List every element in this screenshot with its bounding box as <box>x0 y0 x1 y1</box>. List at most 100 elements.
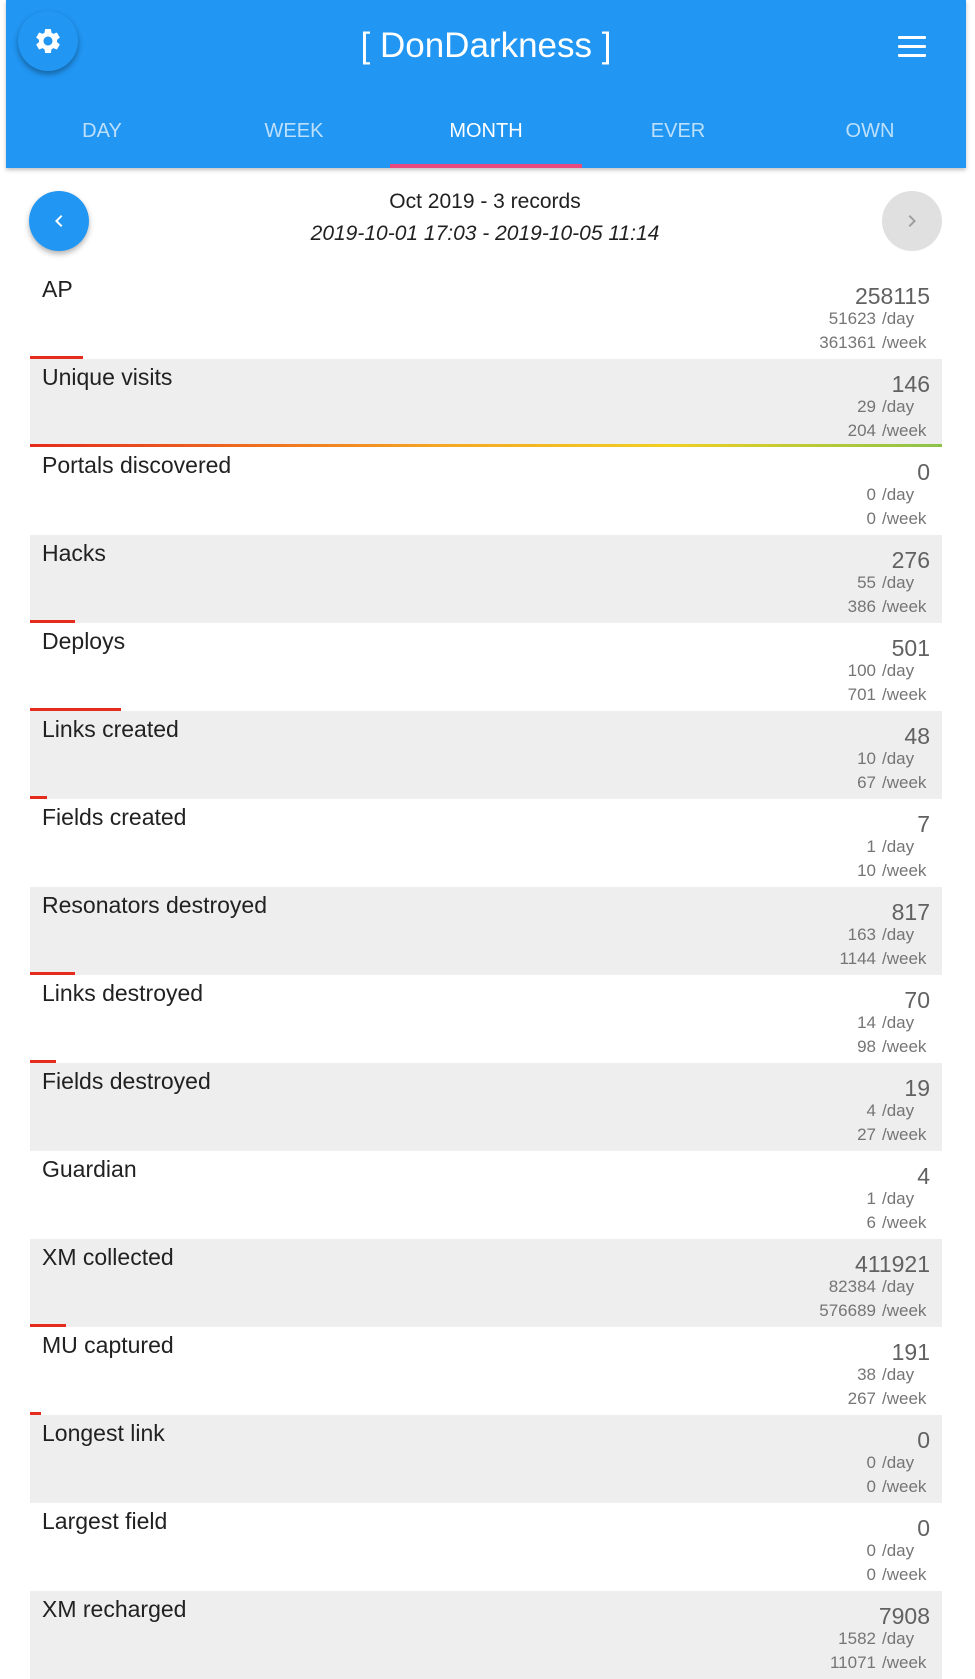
per-week-unit: /week <box>882 1477 927 1496</box>
stat-per-day: 0/day <box>867 485 930 505</box>
stat-total: 817 <box>891 899 930 925</box>
per-day-unit: /day <box>882 1101 915 1120</box>
per-week-unit: /week <box>882 861 927 880</box>
stat-per-day: 1/day <box>867 1189 930 1209</box>
previous-period-button[interactable] <box>29 191 89 251</box>
stat-per-day-value: 1 <box>866 837 876 856</box>
stats-list: AP 258115 51623/day 361361/week Unique visit… <box>30 271 942 1679</box>
per-week-unit: /week <box>882 949 927 968</box>
stat-per-week-value: 0 <box>866 1477 876 1496</box>
stat-row: Links created 48 10/day 67/week <box>30 711 942 799</box>
per-day-unit: /day <box>882 1013 915 1032</box>
stat-per-day: 100/day <box>848 661 930 681</box>
per-day-unit: /day <box>882 309 915 328</box>
stat-label: Links created <box>42 716 179 742</box>
stat-label: Fields destroyed <box>42 1068 211 1094</box>
app-header: [ DonDarkness ] DAY WEEK MONTH EVER OWN <box>6 0 966 168</box>
stat-row: Longest link 0 0/day 0/week <box>30 1415 942 1503</box>
next-period-button[interactable] <box>882 191 942 251</box>
stat-row: MU captured 191 38/day 267/week <box>30 1327 942 1415</box>
tab-month[interactable]: MONTH <box>390 96 582 168</box>
stat-per-day: 82384/day <box>829 1277 930 1297</box>
stat-total: 4 <box>917 1163 930 1189</box>
stat-per-week: 0/week <box>867 1477 930 1497</box>
stat-per-week-value: 386 <box>847 597 876 616</box>
stat-row: Guardian 4 1/day 6/week <box>30 1151 942 1239</box>
stat-total: 7 <box>917 811 930 837</box>
per-day-unit: /day <box>882 837 915 856</box>
stat-per-day: 38/day <box>857 1365 930 1385</box>
stat-per-day: 0/day <box>867 1541 930 1561</box>
tab-own[interactable]: OWN <box>774 96 966 168</box>
stat-label: AP <box>42 276 73 302</box>
stat-per-week-value: 267 <box>847 1389 876 1408</box>
tab-day[interactable]: DAY <box>6 96 198 168</box>
stat-per-day-value: 10 <box>857 749 876 768</box>
per-week-unit: /week <box>882 1301 927 1320</box>
stat-per-week: 6/week <box>867 1213 930 1233</box>
per-week-unit: /week <box>882 333 927 352</box>
stat-label: Links destroyed <box>42 980 204 1006</box>
stat-per-day: 1/day <box>867 837 930 857</box>
per-day-unit: /day <box>882 925 915 944</box>
stat-per-day: 29/day <box>857 397 930 417</box>
per-day-unit: /day <box>882 1365 915 1384</box>
period-tabs: DAY WEEK MONTH EVER OWN <box>6 96 966 168</box>
stat-per-day-value: 100 <box>847 661 876 680</box>
per-day-unit: /day <box>882 1629 915 1648</box>
stat-per-day-value: 14 <box>857 1013 876 1032</box>
stat-total: 0 <box>917 1427 930 1453</box>
stat-per-day-value: 82384 <box>828 1277 876 1296</box>
tab-ever[interactable]: EVER <box>582 96 774 168</box>
stat-per-week-value: 361361 <box>819 333 876 352</box>
stat-row: Unique visits 146 29/day 204/week <box>30 359 942 447</box>
stat-row: Fields destroyed 19 4/day 27/week <box>30 1063 942 1151</box>
stat-per-week: 576689/week <box>819 1301 930 1321</box>
stat-per-day: 14/day <box>857 1013 930 1033</box>
stat-total: 411921 <box>854 1251 930 1277</box>
stat-total: 7908 <box>878 1603 930 1629</box>
stat-per-day: 4/day <box>867 1101 930 1121</box>
stat-label: Resonators destroyed <box>42 892 268 918</box>
stat-label: Hacks <box>42 540 106 566</box>
stat-row: Resonators destroyed 817 163/day 1144/week <box>30 887 942 975</box>
stat-per-week: 267/week <box>848 1389 930 1409</box>
stat-per-day: 51623/day <box>829 309 930 329</box>
stat-per-week-value: 576689 <box>819 1301 876 1320</box>
stat-per-day-value: 0 <box>866 1453 876 1472</box>
stat-per-day-value: 1582 <box>838 1629 876 1648</box>
menu-button[interactable] <box>898 36 928 58</box>
stat-per-day-value: 1 <box>866 1189 876 1208</box>
stat-per-day-value: 0 <box>866 1541 876 1560</box>
per-day-unit: /day <box>882 749 915 768</box>
stat-per-week: 1144/week <box>839 949 930 969</box>
per-week-unit: /week <box>882 1037 927 1056</box>
stat-label: Deploys <box>42 628 126 654</box>
per-week-unit: /week <box>882 597 927 616</box>
stat-row: Hacks 276 55/day 386/week <box>30 535 942 623</box>
stat-per-day: 0/day <box>867 1453 930 1473</box>
stat-label: XM recharged <box>42 1596 187 1622</box>
stat-per-week-value: 10 <box>857 861 876 880</box>
app-title: [ DonDarkness ] <box>360 26 612 65</box>
per-week-unit: /week <box>882 1653 927 1672</box>
per-day-unit: /day <box>882 1541 915 1560</box>
stat-per-week: 361361/week <box>819 333 930 353</box>
per-day-unit: /day <box>882 1453 915 1472</box>
stat-label: Portals discovered <box>42 452 232 478</box>
stat-per-day-value: 163 <box>847 925 876 944</box>
stat-row: Links destroyed 70 14/day 98/week <box>30 975 942 1063</box>
stat-per-week-value: 6 <box>866 1213 876 1232</box>
stat-per-day-value: 51623 <box>828 309 876 328</box>
stat-per-week: 0/week <box>867 1565 930 1585</box>
stat-per-week: 98/week <box>857 1037 930 1057</box>
per-week-unit: /week <box>882 773 927 792</box>
stat-per-day-value: 38 <box>857 1365 876 1384</box>
stat-per-week-value: 701 <box>847 685 876 704</box>
stat-per-day-value: 0 <box>866 485 876 504</box>
stat-per-day: 10/day <box>857 749 930 769</box>
tab-week[interactable]: WEEK <box>198 96 390 168</box>
stat-row: XM collected 411921 82384/day 576689/week <box>30 1239 942 1327</box>
per-day-unit: /day <box>882 1189 915 1208</box>
stat-per-week: 386/week <box>848 597 930 617</box>
